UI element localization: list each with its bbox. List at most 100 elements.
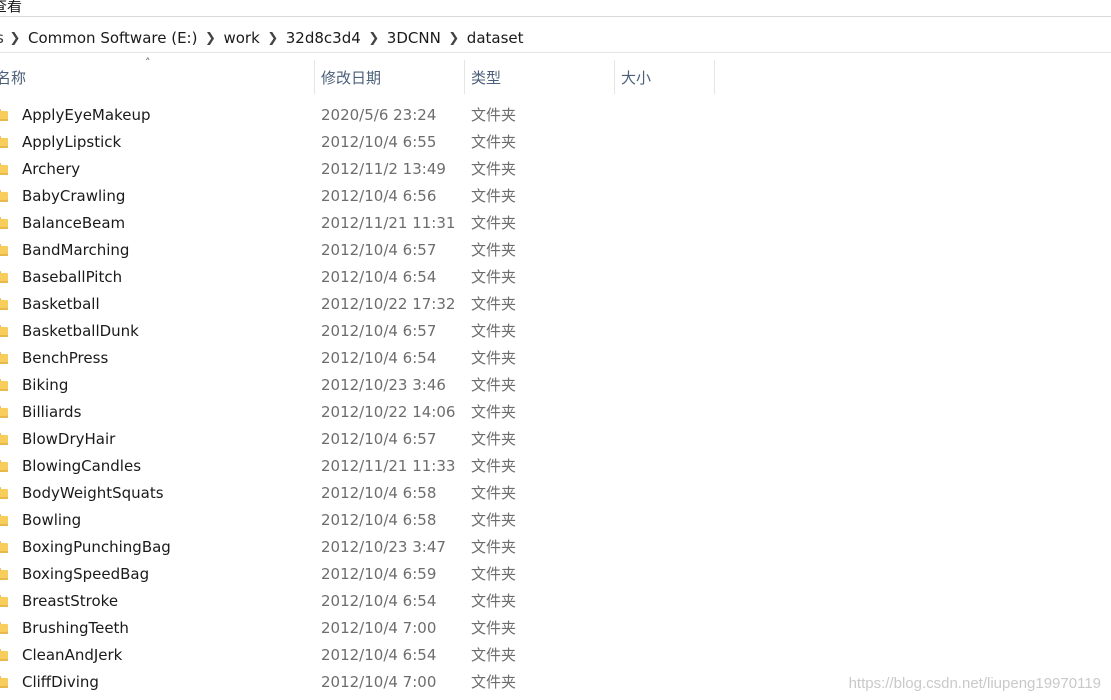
column-header-row: ˄ 名称 修改日期 类型 大小 xyxy=(0,56,1111,94)
file-row[interactable]: BalanceBeam 2012/11/21 11:31 文件夹 xyxy=(0,210,1111,237)
file-explorer-window: 查看 s ❯ Common Software (E:) ❯ work ❯ 32d… xyxy=(0,0,1111,700)
column-header-name-label: 名称 xyxy=(0,68,27,87)
ribbon-tab-view[interactable]: 查看 xyxy=(0,0,22,16)
folder-icon xyxy=(0,298,8,310)
file-row[interactable]: Biking 2012/10/23 3:46 文件夹 xyxy=(0,372,1111,399)
file-name[interactable]: Biking xyxy=(22,372,68,399)
column-header-size[interactable]: 大小 xyxy=(621,60,713,94)
file-name[interactable]: BalanceBeam xyxy=(22,210,125,237)
file-row[interactable]: Basketball 2012/10/22 17:32 文件夹 xyxy=(0,291,1111,318)
file-row[interactable]: Bowling 2012/10/4 6:58 文件夹 xyxy=(0,507,1111,534)
file-name[interactable]: BrushingTeeth xyxy=(22,615,129,642)
file-modified-date: 2012/10/22 17:32 xyxy=(321,295,456,313)
file-name[interactable]: BoxingPunchingBag xyxy=(22,534,171,561)
file-row[interactable]: BoxingPunchingBag 2012/10/23 3:47 文件夹 xyxy=(0,534,1111,561)
file-row[interactable]: ApplyEyeMakeup 2020/5/6 23:24 文件夹 xyxy=(0,102,1111,129)
file-row[interactable]: ApplyLipstick 2012/10/4 6:55 文件夹 xyxy=(0,129,1111,156)
file-name[interactable]: ApplyEyeMakeup xyxy=(22,102,150,129)
chevron-right-icon[interactable]: ❯ xyxy=(363,31,385,46)
breadcrumb-item-hash-folder[interactable]: 32d8c3d4 xyxy=(284,29,363,47)
breadcrumb: s ❯ Common Software (E:) ❯ work ❯ 32d8c3… xyxy=(0,24,526,52)
file-name[interactable]: Bowling xyxy=(22,507,81,534)
file-name[interactable]: CliffDiving xyxy=(22,669,99,696)
file-modified-date: 2012/10/4 6:55 xyxy=(321,133,437,151)
file-modified-date: 2012/11/21 11:33 xyxy=(321,457,456,475)
folder-icon xyxy=(0,379,8,391)
file-modified-date: 2012/10/4 6:57 xyxy=(321,241,437,259)
chevron-right-icon[interactable]: ❯ xyxy=(199,31,221,46)
file-modified-date: 2012/10/4 6:59 xyxy=(321,565,437,583)
file-modified-date: 2012/10/23 3:46 xyxy=(321,376,446,394)
folder-icon xyxy=(0,163,8,175)
column-header-name[interactable]: 名称 xyxy=(0,60,314,94)
file-name[interactable]: BoxingSpeedBag xyxy=(22,561,149,588)
file-row[interactable]: BoxingSpeedBag 2012/10/4 6:59 文件夹 xyxy=(0,561,1111,588)
file-name[interactable]: CleanAndJerk xyxy=(22,642,122,669)
column-divider[interactable] xyxy=(464,60,465,94)
file-name[interactable]: BandMarching xyxy=(22,237,129,264)
address-bar[interactable]: s ❯ Common Software (E:) ❯ work ❯ 32d8c3… xyxy=(0,24,1111,53)
file-type: 文件夹 xyxy=(471,592,517,610)
file-row[interactable]: BrushingTeeth 2012/10/4 7:00 文件夹 xyxy=(0,615,1111,642)
file-row[interactable]: BandMarching 2012/10/4 6:57 文件夹 xyxy=(0,237,1111,264)
file-type: 文件夹 xyxy=(471,214,517,232)
file-name[interactable]: BodyWeightSquats xyxy=(22,480,164,507)
file-name[interactable]: BenchPress xyxy=(22,345,108,372)
folder-icon xyxy=(0,487,8,499)
file-name[interactable]: BaseballPitch xyxy=(22,264,122,291)
breadcrumb-item-dataset[interactable]: dataset xyxy=(465,29,526,47)
file-modified-date: 2012/10/4 6:57 xyxy=(321,322,437,340)
file-modified-date: 2012/10/4 7:00 xyxy=(321,619,437,637)
file-row[interactable]: Archery 2012/11/2 13:49 文件夹 xyxy=(0,156,1111,183)
file-modified-date: 2012/10/4 6:54 xyxy=(321,592,437,610)
file-row[interactable]: BaseballPitch 2012/10/4 6:54 文件夹 xyxy=(0,264,1111,291)
file-type: 文件夹 xyxy=(471,268,517,286)
file-name[interactable]: BabyCrawling xyxy=(22,183,125,210)
file-name[interactable]: BreastStroke xyxy=(22,588,118,615)
folder-icon xyxy=(0,136,8,148)
file-row[interactable]: BreastStroke 2012/10/4 6:54 文件夹 xyxy=(0,588,1111,615)
file-name[interactable]: ApplyLipstick xyxy=(22,129,121,156)
file-type: 文件夹 xyxy=(471,619,517,637)
file-name[interactable]: Billiards xyxy=(22,399,81,426)
breadcrumb-item-drive[interactable]: Common Software (E:) xyxy=(26,29,199,47)
column-divider[interactable] xyxy=(714,60,715,94)
folder-icon xyxy=(0,433,8,445)
folder-icon xyxy=(0,217,8,229)
folder-icon xyxy=(0,622,8,634)
column-divider[interactable] xyxy=(614,60,615,94)
watermark-text: https://blog.csdn.net/liupeng19970119 xyxy=(848,675,1101,692)
file-name[interactable]: Basketball xyxy=(22,291,100,318)
column-header-modified[interactable]: 修改日期 xyxy=(321,60,463,94)
file-row[interactable]: Billiards 2012/10/22 14:06 文件夹 xyxy=(0,399,1111,426)
breadcrumb-item-work[interactable]: work xyxy=(221,29,261,47)
file-row[interactable]: BodyWeightSquats 2012/10/4 6:58 文件夹 xyxy=(0,480,1111,507)
chevron-right-icon[interactable]: ❯ xyxy=(443,31,465,46)
file-name[interactable]: BasketballDunk xyxy=(22,318,139,345)
folder-icon xyxy=(0,325,8,337)
file-modified-date: 2012/11/2 13:49 xyxy=(321,160,446,178)
file-row[interactable]: BenchPress 2012/10/4 6:54 文件夹 xyxy=(0,345,1111,372)
folder-icon xyxy=(0,244,8,256)
file-name[interactable]: Archery xyxy=(22,156,80,183)
column-header-type-label: 类型 xyxy=(471,68,502,87)
file-row[interactable]: BlowDryHair 2012/10/4 6:57 文件夹 xyxy=(0,426,1111,453)
file-type: 文件夹 xyxy=(471,187,517,205)
chevron-right-icon[interactable]: ❯ xyxy=(262,31,284,46)
column-divider[interactable] xyxy=(314,60,315,94)
breadcrumb-item-3dcnn[interactable]: 3DCNN xyxy=(385,29,443,47)
column-header-size-label: 大小 xyxy=(621,68,652,87)
file-row[interactable]: BabyCrawling 2012/10/4 6:56 文件夹 xyxy=(0,183,1111,210)
file-row[interactable]: BlowingCandles 2012/11/21 11:33 文件夹 xyxy=(0,453,1111,480)
file-name[interactable]: BlowingCandles xyxy=(22,453,141,480)
file-type: 文件夹 xyxy=(471,322,517,340)
file-name[interactable]: BlowDryHair xyxy=(22,426,115,453)
file-row[interactable]: BasketballDunk 2012/10/4 6:57 文件夹 xyxy=(0,318,1111,345)
file-type: 文件夹 xyxy=(471,349,517,367)
file-row[interactable]: CleanAndJerk 2012/10/4 6:54 文件夹 xyxy=(0,642,1111,669)
file-modified-date: 2020/5/6 23:24 xyxy=(321,106,437,124)
chevron-right-icon[interactable]: ❯ xyxy=(4,31,26,46)
column-header-modified-label: 修改日期 xyxy=(321,68,382,87)
folder-icon xyxy=(0,541,8,553)
column-header-type[interactable]: 类型 xyxy=(471,60,613,94)
